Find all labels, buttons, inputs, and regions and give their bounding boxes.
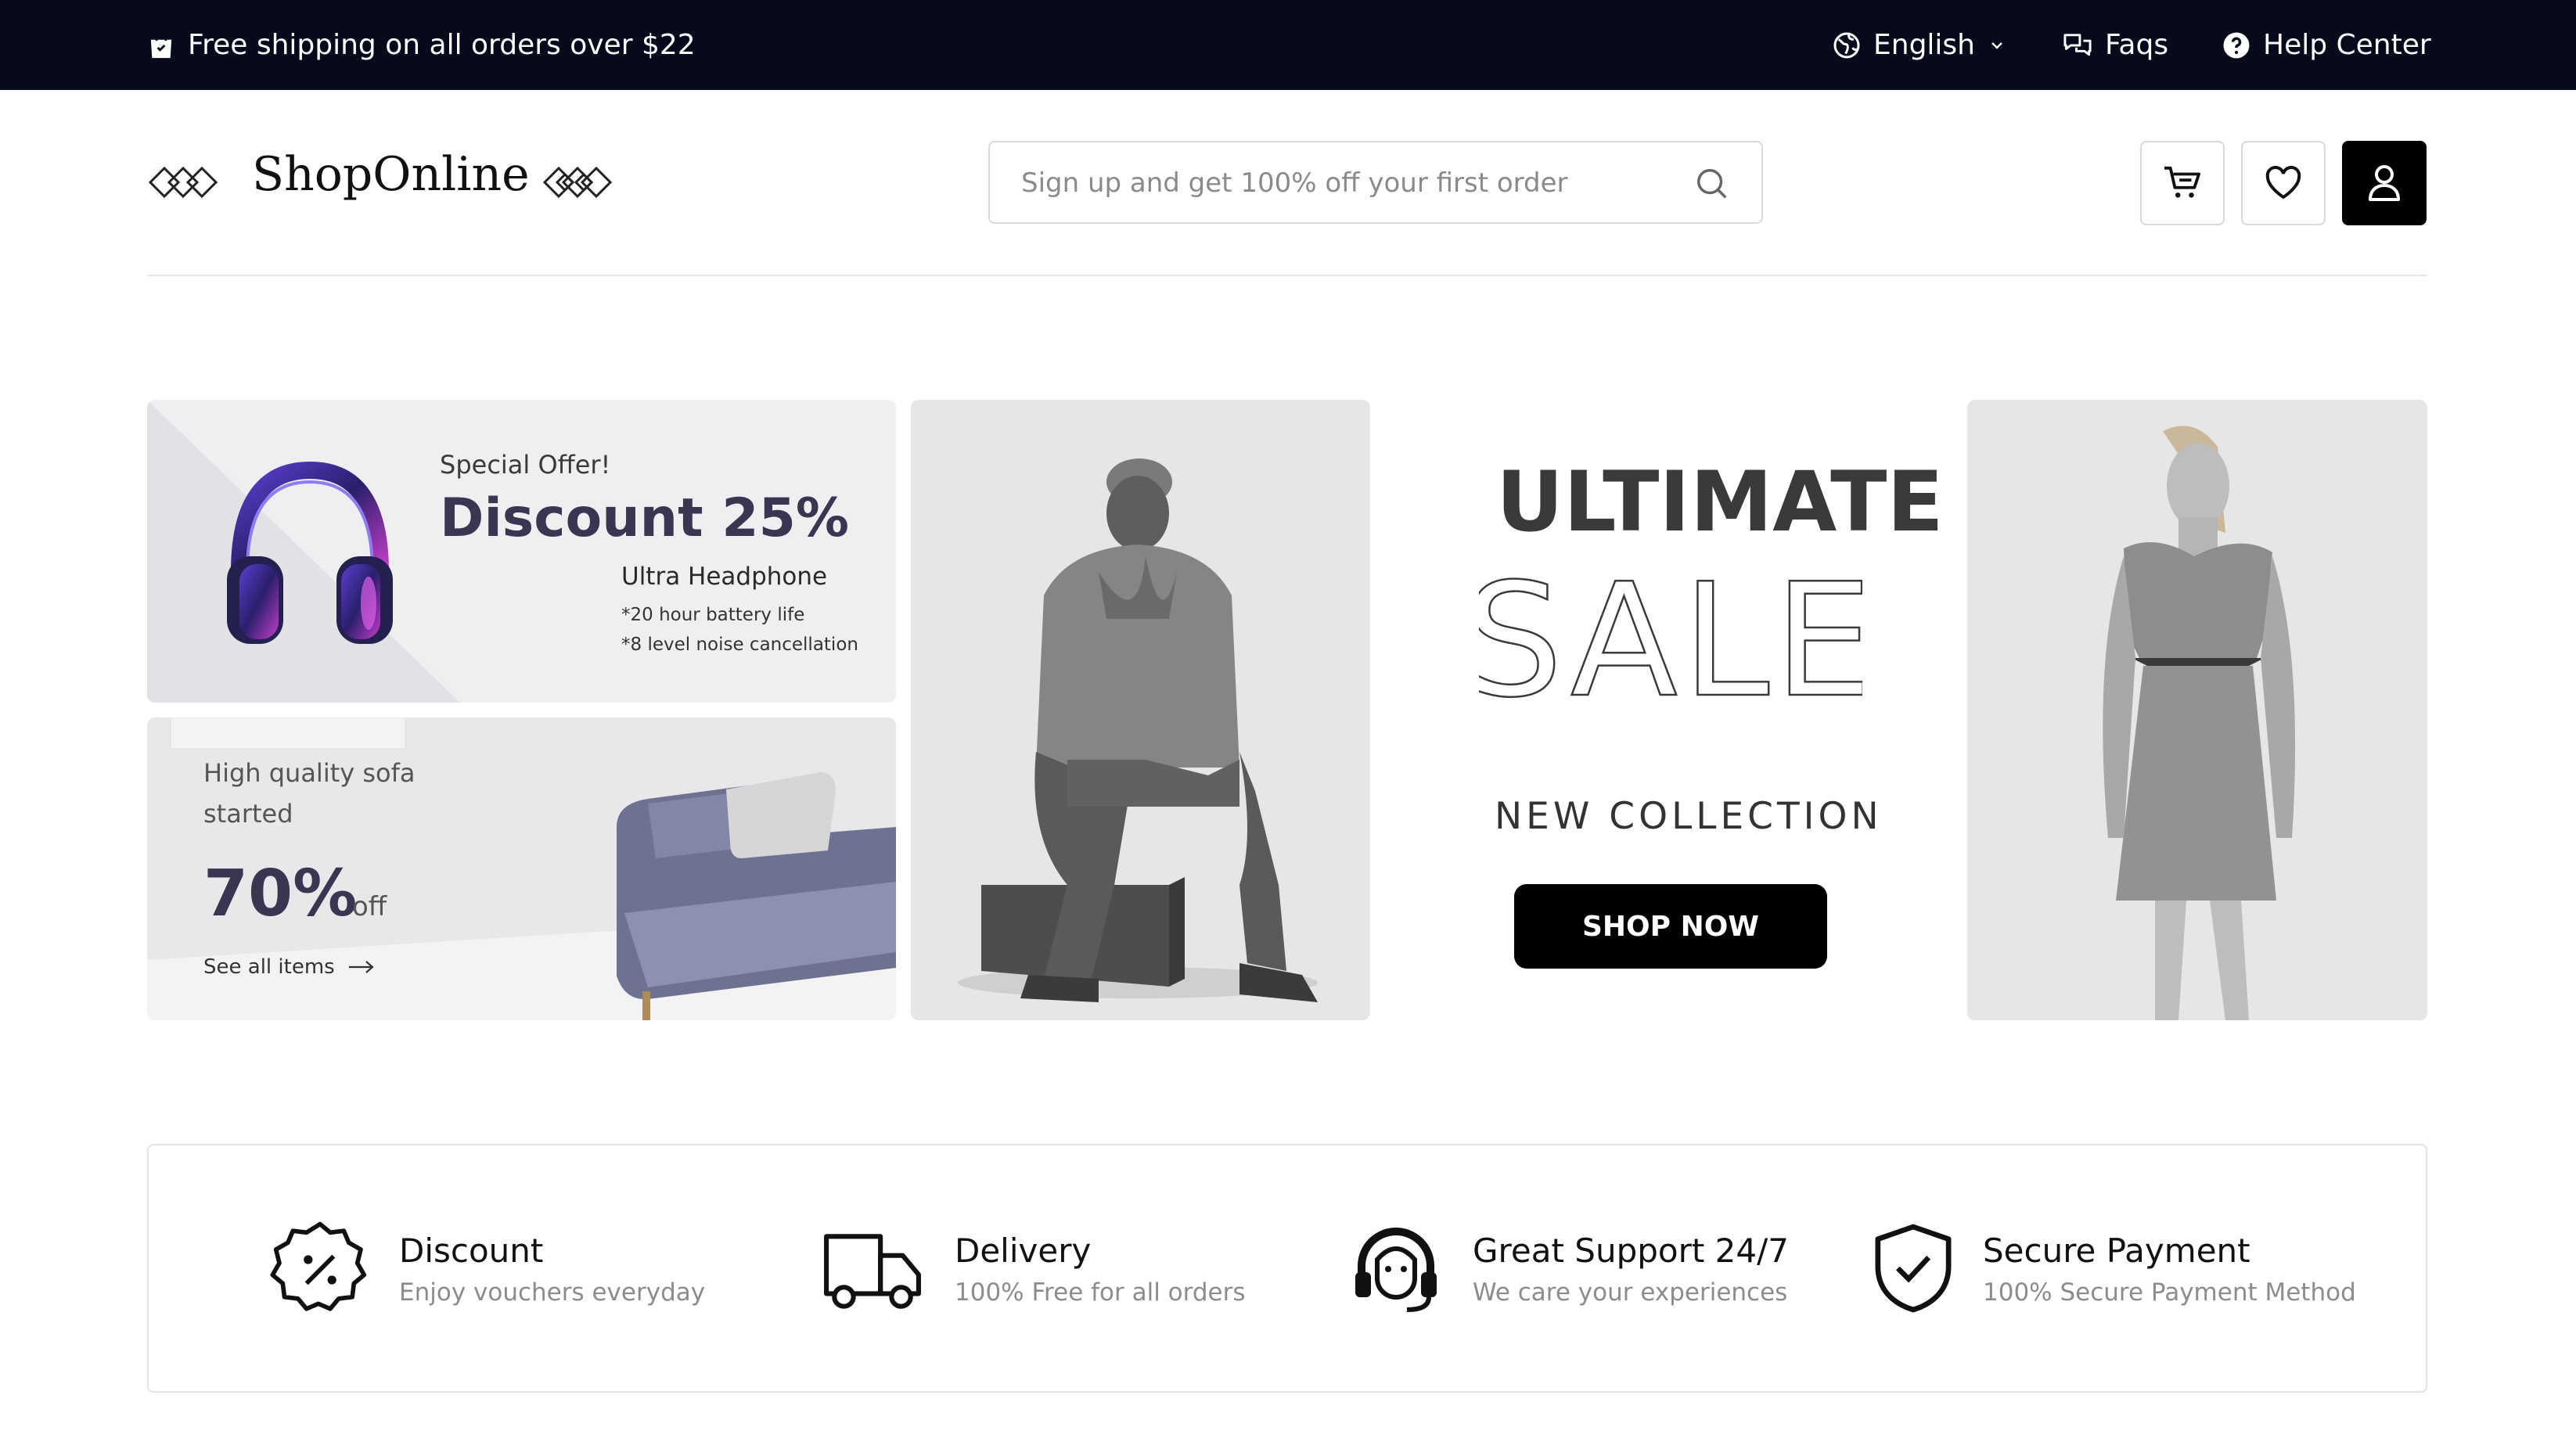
help-circle-icon (2223, 32, 2250, 58)
account-button[interactable] (2342, 141, 2427, 225)
search-input[interactable] (1020, 142, 1664, 224)
new-collection-label: NEW COLLECTION (1495, 795, 1883, 838)
sale-outline-text: SALE (1479, 563, 1862, 712)
cart-button[interactable] (2140, 141, 2225, 225)
sofa-promo-card[interactable]: High quality sofa started 70% off See al… (147, 717, 896, 1020)
man-model-image[interactable] (911, 400, 1370, 1020)
sofa-line-2: started (203, 799, 293, 829)
shipping-text: Free shipping on all orders over $22 (188, 29, 696, 61)
heart-icon (2265, 166, 2301, 200)
logo-ornament-left-icon (148, 166, 218, 199)
standing-woman-figure (2103, 426, 2296, 1020)
language-selector[interactable]: English (1833, 0, 2006, 90)
chat-bubbles-icon (2063, 33, 2092, 56)
search-box[interactable] (988, 141, 1763, 224)
feature-title: Delivery (955, 1231, 1092, 1270)
sofa-discount-off: off (352, 891, 387, 922)
feature-subtitle: 100% Secure Payment Method (1983, 1278, 2356, 1307)
sale-outline-heading: SALE (1479, 563, 1862, 712)
feature-title: Discount (399, 1231, 544, 1270)
headphone-image (227, 461, 393, 644)
faqs-label: Faqs (2105, 29, 2169, 61)
faqs-link[interactable]: Faqs (2063, 0, 2168, 90)
shipping-notice: Free shipping on all orders over $22 (147, 0, 696, 90)
feature-title: Great Support 24/7 (1473, 1231, 1789, 1270)
promo-feature-1: *20 hour battery life (621, 605, 805, 625)
header-divider (147, 275, 2427, 276)
shopping-bag-icon (150, 31, 172, 58)
feature-subtitle: 100% Free for all orders (955, 1278, 1246, 1307)
user-icon (2369, 165, 2400, 201)
support-headset-icon (1355, 1228, 1437, 1312)
announcement-bar: Free shipping on all orders over $22 Eng… (0, 0, 2576, 90)
sofa-discount-percent: 70% (203, 857, 358, 931)
promo-feature-2: *8 level noise cancellation (621, 635, 858, 655)
feature-subtitle: Enjoy vouchers everyday (399, 1278, 706, 1307)
truck-icon (824, 1234, 921, 1309)
feature-title: Secure Payment (1983, 1231, 2250, 1270)
search-icon[interactable] (1694, 166, 1730, 202)
help-center-link[interactable]: Help Center (2222, 0, 2431, 90)
chevron-down-icon (1991, 41, 2002, 49)
promo-headline: Discount 25% (440, 487, 850, 549)
help-center-label: Help Center (2263, 29, 2431, 61)
promo-product-name: Ultra Headphone (621, 563, 828, 591)
woman-model-image[interactable] (1967, 400, 2427, 1020)
see-all-items-link[interactable]: See all items (203, 955, 376, 979)
brand-logo[interactable]: ShopOnline (252, 147, 530, 202)
sofa-line-1: High quality sofa (203, 758, 416, 788)
globe-icon (1833, 32, 1860, 58)
features-strip: Discount Enjoy vouchers everyday Deliver… (147, 1144, 2427, 1393)
shop-now-button[interactable]: SHOP NOW (1514, 884, 1827, 969)
wishlist-button[interactable] (2241, 141, 2326, 225)
see-all-items-label: See all items (203, 955, 335, 979)
feature-subtitle: We care your experiences (1473, 1278, 1788, 1307)
seated-man-figure (958, 458, 1318, 1002)
headphone-promo-card[interactable]: Special Offer! Discount 25% Ultra Headph… (147, 400, 896, 703)
cart-icon (2164, 166, 2200, 198)
discount-badge-icon (270, 1221, 367, 1311)
ultimate-heading: ULTIMATE (1496, 454, 1944, 550)
shield-check-icon (1875, 1224, 1952, 1313)
language-label: English (1873, 29, 1975, 61)
logo-ornament-right-icon (542, 166, 613, 199)
arrow-right-icon (348, 961, 374, 973)
promo-kicker: Special Offer! (440, 450, 611, 480)
